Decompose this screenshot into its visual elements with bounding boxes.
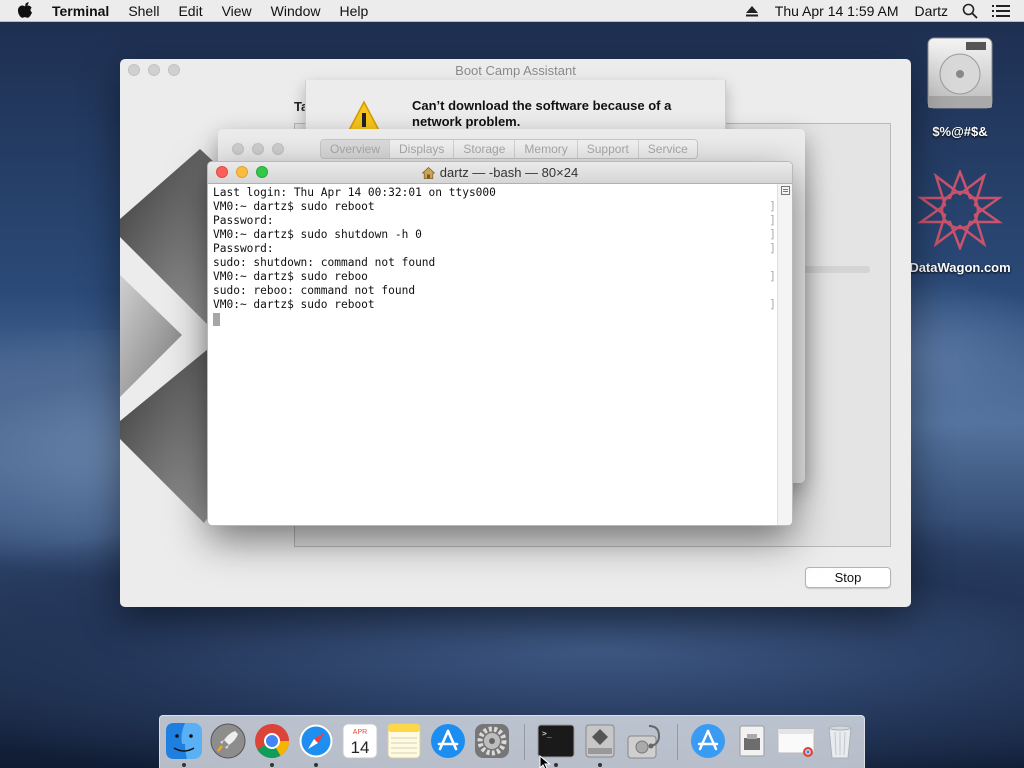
dock-separator bbox=[677, 724, 678, 760]
terminal-line: sudo: shutdown: command not found bbox=[213, 256, 436, 269]
safari-running-indicator bbox=[314, 763, 318, 767]
app-store-icon[interactable] bbox=[429, 722, 467, 760]
terminal-output[interactable]: Last login: Thu Apr 14 00:32:01 on ttys0… bbox=[208, 184, 778, 525]
terminal-line: VM0:~ dartz$ sudo reboot] bbox=[213, 298, 778, 312]
tab-support[interactable]: Support bbox=[578, 140, 639, 158]
bootcamp-titlebar[interactable]: Boot Camp Assistant bbox=[120, 59, 911, 81]
menu-edit[interactable]: Edit bbox=[178, 3, 202, 19]
terminal-line-text: Password: bbox=[213, 214, 274, 227]
bootcamp-progress-bar bbox=[800, 266, 870, 273]
about-window-controls bbox=[232, 143, 284, 155]
terminal-line: VM0:~ dartz$ sudo reboot] bbox=[213, 200, 778, 214]
dock-separator bbox=[524, 724, 525, 760]
star-emblem-icon bbox=[917, 170, 1003, 250]
downloads-stack-icon[interactable] bbox=[733, 722, 771, 760]
desktop-disk-label: $%@#$& bbox=[932, 124, 988, 139]
applications-folder-icon[interactable] bbox=[689, 722, 727, 760]
tab-service[interactable]: Service bbox=[639, 140, 697, 158]
about-close-button[interactable] bbox=[232, 143, 244, 155]
terminal-line: Last login: Thu Apr 14 00:32:01 on ttys0… bbox=[213, 186, 496, 199]
apple-logo-icon[interactable] bbox=[18, 2, 36, 20]
tab-displays[interactable]: Displays bbox=[390, 140, 455, 158]
menu-window[interactable]: Window bbox=[271, 3, 321, 19]
line-mark: ] bbox=[769, 242, 776, 255]
terminal-line-text: VM0:~ dartz$ sudo reboot bbox=[213, 200, 375, 213]
terminal-line: Password:] bbox=[213, 242, 778, 256]
bootcamp-title: Boot Camp Assistant bbox=[455, 62, 576, 78]
terminal-titlebar[interactable]: dartz — -bash — 80×24 bbox=[208, 162, 792, 184]
search-icon[interactable] bbox=[962, 3, 978, 19]
chrome-icon[interactable] bbox=[253, 722, 291, 760]
calendar-icon[interactable]: APR 14 bbox=[341, 722, 379, 760]
desktop-site-label: DataWagon.com bbox=[909, 260, 1011, 275]
about-zoom-button[interactable] bbox=[272, 143, 284, 155]
menu-view[interactable]: View bbox=[222, 3, 252, 19]
menu-app-terminal[interactable]: Terminal bbox=[52, 3, 109, 19]
terminal-line-text: VM0:~ dartz$ sudo shutdown -h 0 bbox=[213, 228, 422, 241]
terminal-line-text: VM0:~ dartz$ sudo reboo bbox=[213, 270, 368, 283]
menu-shell[interactable]: Shell bbox=[128, 3, 159, 19]
trash-icon[interactable] bbox=[821, 722, 859, 760]
line-mark: ] bbox=[769, 270, 776, 283]
terminal-line: VM0:~ dartz$ sudo reboo] bbox=[213, 270, 778, 284]
menu-user[interactable]: Dartz bbox=[915, 3, 948, 19]
terminal-window[interactable]: dartz — -bash — 80×24 Last login: Thu Ap… bbox=[207, 161, 793, 526]
terminal-close-button[interactable] bbox=[216, 166, 228, 178]
calendar-day: 14 bbox=[351, 738, 370, 757]
chrome-window-icon[interactable] bbox=[777, 722, 815, 760]
launchpad-icon[interactable] bbox=[209, 722, 247, 760]
line-mark: ] bbox=[769, 214, 776, 227]
terminal-line-text: VM0:~ dartz$ sudo reboot bbox=[213, 298, 375, 311]
terminal-line: VM0:~ dartz$ sudo shutdown -h 0] bbox=[213, 228, 778, 242]
desktop-site-icon[interactable]: DataWagon.com bbox=[904, 170, 1016, 275]
finder-running-indicator bbox=[182, 763, 186, 767]
desktop-disk-icon[interactable]: $%@#$& bbox=[910, 34, 1010, 139]
line-mark: ] bbox=[769, 228, 776, 241]
bootcamp-zoom-button[interactable] bbox=[168, 64, 180, 76]
menu-clock[interactable]: Thu Apr 14 1:59 AM bbox=[775, 3, 899, 19]
terminal-title: dartz — -bash — 80×24 bbox=[439, 165, 579, 180]
tab-storage[interactable]: Storage bbox=[454, 140, 516, 158]
terminal-running-indicator bbox=[554, 763, 558, 767]
finder-icon[interactable] bbox=[165, 722, 203, 760]
eject-icon[interactable] bbox=[745, 4, 759, 18]
terminal-minimize-button[interactable] bbox=[236, 166, 248, 178]
about-minimize-button[interactable] bbox=[252, 143, 264, 155]
terminal-line: Password:] bbox=[213, 214, 778, 228]
notes-icon[interactable] bbox=[385, 722, 423, 760]
bootcamp-running-indicator bbox=[598, 763, 602, 767]
safari-icon[interactable] bbox=[297, 722, 335, 760]
dock: APR 14 >_ bbox=[159, 715, 865, 768]
hard-drive-icon bbox=[927, 37, 993, 109]
about-tab-bar: Overview Displays Storage Memory Support… bbox=[320, 139, 698, 159]
menu-bar: Terminal Shell Edit View Window Help Thu… bbox=[0, 0, 1024, 22]
split-pane-icon[interactable] bbox=[781, 186, 790, 195]
calendar-month: APR bbox=[353, 729, 367, 736]
chrome-running-indicator bbox=[270, 763, 274, 767]
text-cursor bbox=[213, 313, 220, 326]
tab-overview[interactable]: Overview bbox=[321, 140, 391, 158]
svg-text:>_: >_ bbox=[542, 729, 552, 738]
terminal-prompt-line[interactable] bbox=[213, 312, 778, 326]
line-mark: ] bbox=[769, 200, 776, 213]
tab-memory[interactable]: Memory bbox=[515, 140, 578, 158]
terminal-window-controls bbox=[216, 166, 268, 178]
terminal-line: sudo: reboo: command not found bbox=[213, 284, 416, 297]
terminal-zoom-button[interactable] bbox=[256, 166, 268, 178]
alert-message: Can’t download the software because of a… bbox=[412, 98, 672, 129]
bootcamp-close-button[interactable] bbox=[128, 64, 140, 76]
disk-utility-icon[interactable] bbox=[625, 722, 663, 760]
line-mark: ] bbox=[769, 298, 776, 311]
system-preferences-icon[interactable] bbox=[473, 722, 511, 760]
bootcamp-minimize-button[interactable] bbox=[148, 64, 160, 76]
menu-help[interactable]: Help bbox=[339, 3, 368, 19]
bootcamp-assistant-icon[interactable] bbox=[581, 722, 619, 760]
terminal-line-text: Password: bbox=[213, 242, 274, 255]
terminal-scrollbar[interactable] bbox=[777, 184, 792, 525]
stop-button[interactable]: Stop bbox=[805, 567, 891, 588]
list-icon[interactable] bbox=[992, 4, 1010, 18]
bootcamp-window-controls bbox=[128, 64, 180, 76]
home-folder-icon bbox=[421, 166, 435, 179]
mouse-pointer-icon bbox=[539, 755, 551, 768]
